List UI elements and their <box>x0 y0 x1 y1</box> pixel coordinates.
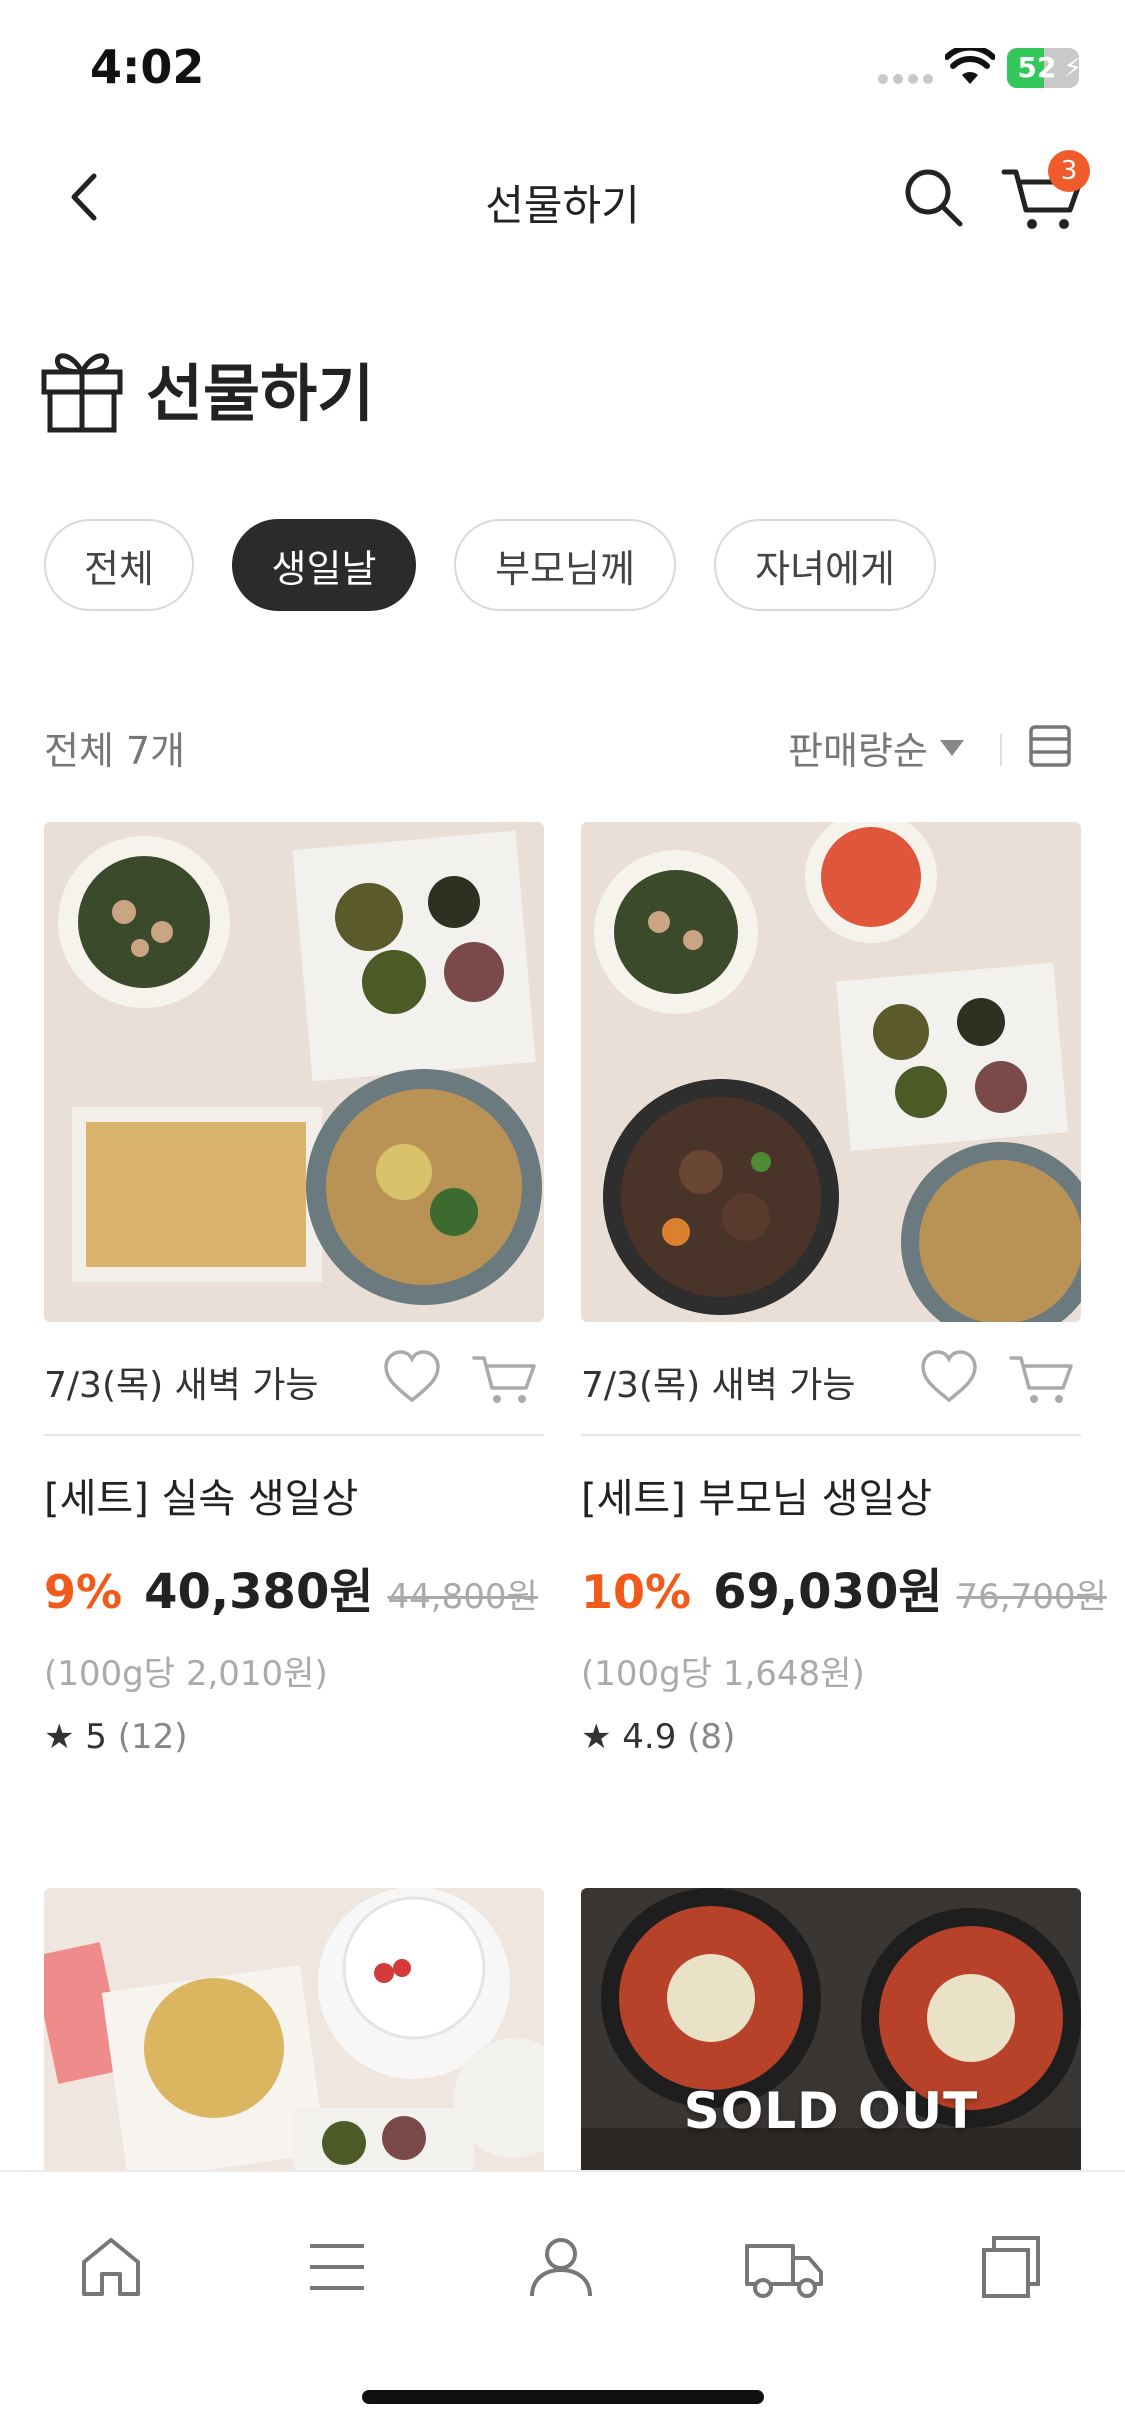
tab-recent[interactable] <box>966 2222 1056 2312</box>
filter-chip-parents[interactable]: 부모님께 <box>454 519 676 611</box>
list-toolbar: 전체 7개 판매량순 <box>44 700 1084 790</box>
heart-icon[interactable] <box>382 1348 442 1406</box>
delivery-date: 7/3(목) 새벽 가능 <box>581 1365 856 1406</box>
card-meta: 7/3(목) 새벽 가능 <box>44 1326 544 1436</box>
original-price: 76,700원 <box>956 1577 1107 1617</box>
filter-chip-all[interactable]: 전체 <box>44 519 194 611</box>
product-name[interactable]: [세트] 실속 생일상 <box>44 1466 544 1524</box>
tab-home[interactable] <box>66 2222 156 2312</box>
product-card[interactable]: 7/3(목) 새벽 가능 [세트] 부모님 생일상 10% 69,030원 76… <box>581 811 1107 1757</box>
caret-down-icon <box>939 739 964 756</box>
wifi-icon <box>945 48 995 84</box>
rating-score: ★ 4.9 <box>581 1717 677 1757</box>
item-count: 전체 7개 <box>44 729 186 773</box>
status-time: 4:02 <box>90 40 205 94</box>
original-price: 44,800원 <box>387 1577 538 1617</box>
gift-icon <box>41 353 123 433</box>
review-count: (12) <box>117 1717 188 1757</box>
product-card[interactable]: SOLD OUT <box>581 1888 1081 2170</box>
sale-price: 69,030원 <box>713 1564 943 1620</box>
price-row: 10% 69,030원 76,700원 <box>581 1552 1107 1622</box>
sale-price: 40,380원 <box>144 1564 374 1620</box>
home-indicator <box>362 2390 764 2404</box>
sold-out-label: SOLD OUT <box>683 2082 979 2140</box>
unit-price: (100g당 2,010원) <box>44 1654 328 1694</box>
battery-level: 52 <box>1017 51 1057 84</box>
add-to-cart-icon[interactable] <box>1009 1348 1073 1408</box>
section-heading: 선물하기 <box>38 340 374 436</box>
product-card[interactable]: 7/3(목) 새벽 가능 [세트] 실속 생일상 9% 40,380원 44,8… <box>44 822 544 1757</box>
product-image[interactable] <box>581 811 1101 1342</box>
add-to-cart-icon[interactable] <box>472 1348 536 1408</box>
product-card[interactable] <box>44 1888 544 2170</box>
discount-rate: 9% <box>44 1565 123 1619</box>
menu-icon <box>310 2244 364 2290</box>
product-image[interactable] <box>44 1888 544 2170</box>
divider <box>1000 734 1002 766</box>
rating: ★ 5 (12) <box>44 1717 544 1757</box>
search-icon[interactable] <box>900 164 966 230</box>
sort-dropdown[interactable]: 판매량순 <box>788 720 964 775</box>
tab-delivery[interactable] <box>740 2222 830 2312</box>
home-icon <box>82 2238 140 2296</box>
copy-icon <box>982 2236 1040 2298</box>
rating-score: ★ 5 <box>44 1717 107 1757</box>
product-image[interactable] <box>44 822 544 1322</box>
status-bar: 4:02 52 ⚡ <box>0 0 1125 132</box>
truck-icon <box>745 2244 823 2298</box>
list-view-icon[interactable] <box>1028 724 1072 768</box>
product-name[interactable]: [세트] 부모님 생일상 <box>581 1466 1081 1524</box>
heart-icon[interactable] <box>919 1348 979 1406</box>
filter-chips: 전체 생일날 부모님께 자녀에게 <box>44 519 936 611</box>
filter-chip-birthday[interactable]: 생일날 <box>232 519 416 611</box>
filter-chip-children[interactable]: 자녀에게 <box>714 519 936 611</box>
tab-my-page[interactable] <box>516 2222 606 2312</box>
rating: ★ 4.9 (8) <box>581 1717 1081 1757</box>
discount-rate: 10% <box>581 1565 692 1619</box>
unit-price: (100g당 1,648원) <box>581 1654 865 1694</box>
delivery-date: 7/3(목) 새벽 가능 <box>44 1365 319 1406</box>
cart-badge: 3 <box>1048 150 1090 192</box>
card-meta: 7/3(목) 새벽 가능 <box>581 1326 1081 1436</box>
person-icon <box>530 2238 592 2297</box>
price-row: 9% 40,380원 44,800원 <box>44 1552 544 1622</box>
battery-icon: 52 ⚡ <box>1007 48 1083 88</box>
heading-title: 선물하기 <box>146 357 375 430</box>
tab-menu[interactable] <box>292 2222 382 2312</box>
review-count: (8) <box>687 1717 736 1757</box>
signal-icon <box>878 74 933 84</box>
sort-label: 판매량순 <box>788 729 928 773</box>
nav-header: 선물하기 <box>0 132 1125 264</box>
